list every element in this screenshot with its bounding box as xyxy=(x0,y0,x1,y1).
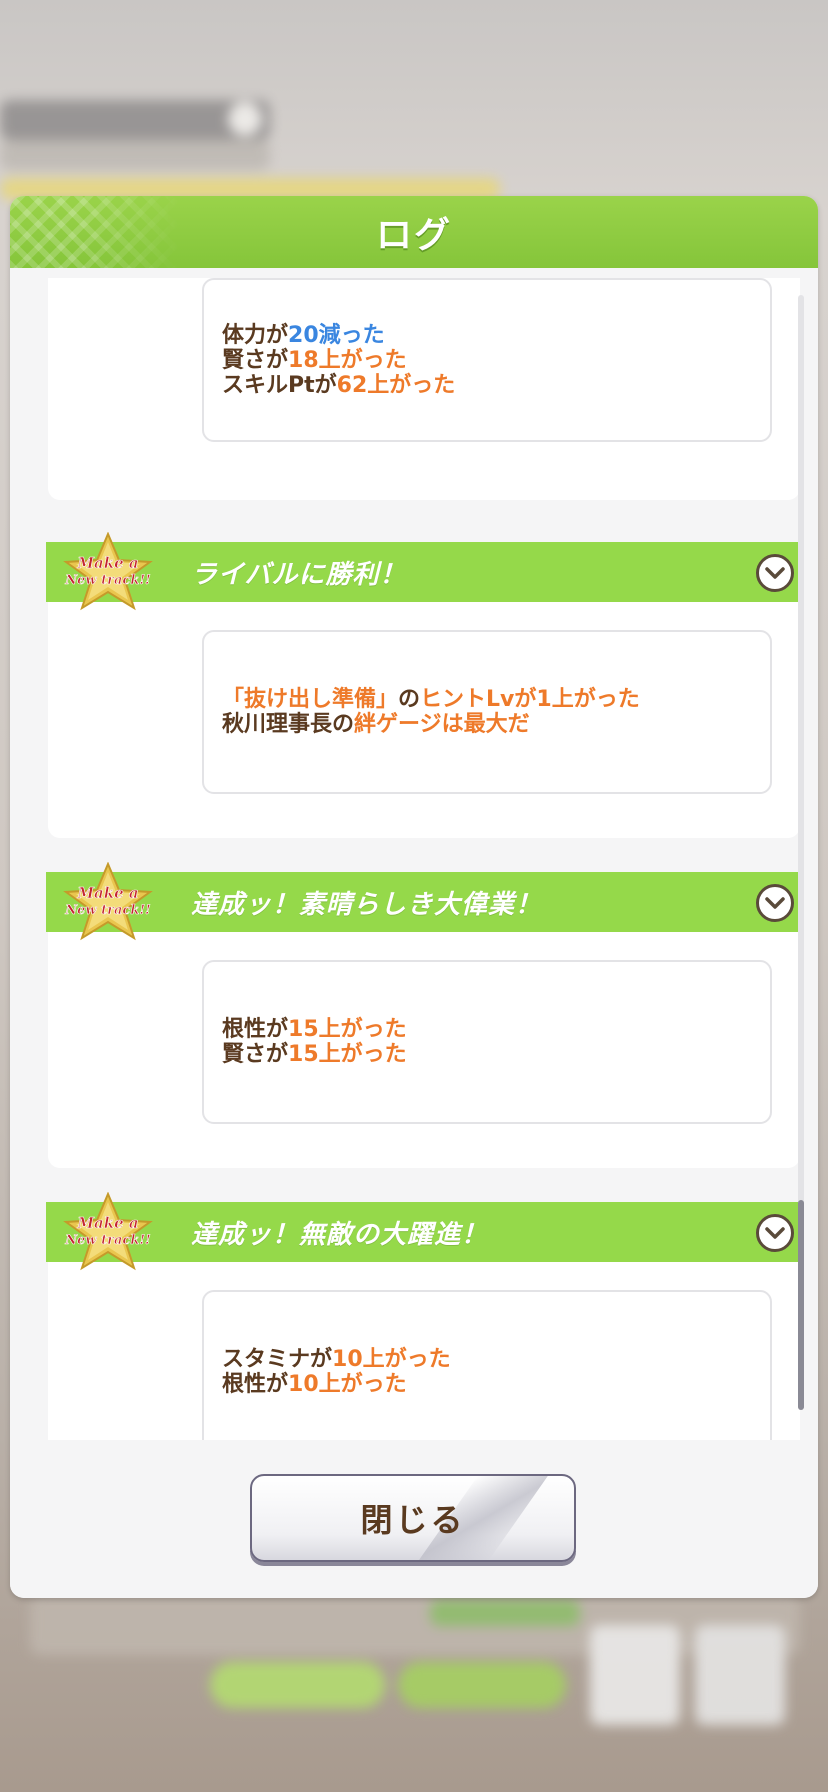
log-detail-text: の xyxy=(398,687,421,712)
log-entry-card: ライバルに勝利！ Make a New track!! 「抜け出し準備」のヒントLvが… xyxy=(46,531,802,838)
log-detail-text: ヒントLvが1上がった xyxy=(420,687,640,712)
log-detail-line: 賢さが18上がった xyxy=(222,348,770,373)
log-detail-text: 20減った xyxy=(288,322,385,348)
svg-text:Make a: Make a xyxy=(76,554,138,572)
chevron-down-icon[interactable] xyxy=(756,884,794,922)
background-button-left xyxy=(210,1662,385,1708)
log-detail-line: 体力が20減った xyxy=(222,323,770,348)
log-detail-line: 根性が15上がった xyxy=(222,1017,770,1042)
chevron-down-icon[interactable] xyxy=(756,1214,794,1252)
log-detail-text: スキルPtが xyxy=(222,372,337,398)
log-detail-text: 根性が xyxy=(222,1017,289,1042)
log-detail-text: 18上がった xyxy=(288,347,407,373)
log-entry-details: 体力が20減った 賢さが18上がった スキルPtが62上がった xyxy=(202,278,772,442)
close-button-label: 閉じる xyxy=(360,1501,466,1539)
background-status-bar-secondary xyxy=(0,140,270,170)
log-entry-header[interactable]: 達成ッ！素晴らしき大偉業！ xyxy=(46,872,802,932)
background-info-icon xyxy=(228,102,262,136)
background-button-right xyxy=(398,1662,566,1708)
close-button[interactable]: 閉じる xyxy=(250,1474,576,1562)
background-menu-tile-2 xyxy=(695,1625,785,1725)
log-entry-card: 達成ッ！無敵の大躍進！ Make a New track!! スタミナが10上がった根… xyxy=(46,1191,802,1440)
background-bottom-panel xyxy=(30,1595,800,1655)
log-dialog: ログ レース勝利！体力が20減った賢さが18上がったスキルPtが62上がったライ… xyxy=(10,196,818,1598)
svg-text:New track!!: New track!! xyxy=(64,903,150,918)
log-detail-line: 秋川理事長の絆ゲージは最大だ xyxy=(222,712,770,737)
background-gauge xyxy=(430,1600,580,1626)
log-detail-line: スタミナが10上がった xyxy=(222,1347,770,1372)
scrollbar-thumb[interactable] xyxy=(798,1200,804,1410)
log-detail-line: スキルPtが62上がった xyxy=(222,373,770,398)
background-menu-tile-1 xyxy=(590,1625,680,1725)
log-entry-title: 達成ッ！素晴らしき大偉業！ xyxy=(191,890,543,920)
log-detail-text: スタミナが xyxy=(222,1347,333,1372)
log-detail-text: 賢さが xyxy=(222,1042,289,1067)
log-detail-line: 「抜け出し準備」のヒントLvが1上がった xyxy=(222,687,770,712)
log-entry-details: 根性が15上がった 賢さが15上がった xyxy=(202,960,772,1124)
log-entry-header[interactable]: ライバルに勝利！ xyxy=(46,542,802,602)
log-detail-text: 体力が xyxy=(222,322,289,348)
log-detail-text: 62上がった xyxy=(336,372,456,398)
log-detail-line: 根性が10上がった xyxy=(222,1372,770,1397)
log-detail-text: 15上がった xyxy=(288,1042,407,1067)
chevron-down-icon[interactable] xyxy=(756,554,794,592)
log-detail-text: 10上がった xyxy=(288,1372,407,1397)
log-entry-details: 「抜け出し準備」のヒントLvが1上がった 秋川理事長の絆ゲージは最大だ xyxy=(202,630,772,794)
make-a-new-track-badge-icon: Make a New track!! xyxy=(62,531,154,612)
svg-text:Make a: Make a xyxy=(76,1214,138,1232)
log-detail-text: 10上がった xyxy=(332,1347,451,1372)
header-pattern xyxy=(10,196,180,268)
log-detail-text: 「抜け出し準備」 xyxy=(222,687,399,712)
make-a-new-track-badge-icon: Make a New track!! xyxy=(62,1191,154,1272)
log-detail-text: 15上がった xyxy=(288,1017,407,1042)
log-entry-title: ライバルに勝利！ xyxy=(191,560,407,590)
log-detail-line: 賢さが15上がった xyxy=(222,1042,770,1067)
log-detail-text: 賢さが xyxy=(222,347,289,373)
svg-text:New track!!: New track!! xyxy=(64,573,150,588)
log-detail-text: 根性が xyxy=(222,1372,289,1397)
log-detail-text: 秋川理事長の xyxy=(222,712,355,737)
log-entry-card: レース勝利！体力が20減った賢さが18上がったスキルPtが62上がった xyxy=(48,278,800,500)
log-entry-details: スタミナが10上がった 根性が10上がった xyxy=(202,1290,772,1440)
make-a-new-track-badge-icon: Make a New track!! xyxy=(62,861,154,942)
dialog-header: ログ xyxy=(10,196,818,268)
log-entry-card: 達成ッ！素晴らしき大偉業！ Make a New track!! 根性が15上がった賢… xyxy=(46,861,802,1168)
log-list[interactable]: レース勝利！体力が20減った賢さが18上がったスキルPtが62上がったライバルに… xyxy=(36,278,806,1440)
log-detail-text: 絆ゲージは最大だ xyxy=(354,712,530,737)
svg-text:New track!!: New track!! xyxy=(64,1233,150,1248)
svg-text:Make a: Make a xyxy=(76,884,138,902)
log-entry-header[interactable]: 達成ッ！無敵の大躍進！ xyxy=(46,1202,802,1262)
dialog-title: ログ xyxy=(375,215,452,256)
log-entry-title: 達成ッ！無敵の大躍進！ xyxy=(191,1220,489,1250)
